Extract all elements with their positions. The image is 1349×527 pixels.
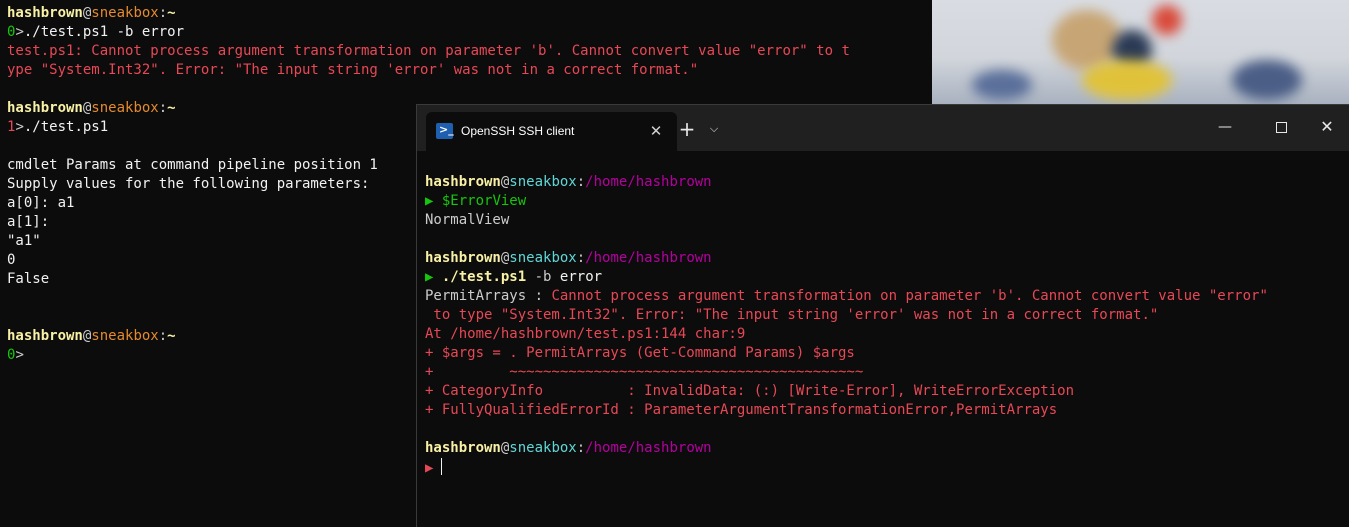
command-line[interactable]: ▶ <box>425 458 1340 478</box>
command-text: $ErrorView <box>441 193 527 209</box>
error-line: test.ps1: Cannot process argument transf… <box>7 43 850 59</box>
maximize-button[interactable] <box>1269 115 1293 139</box>
prompt-line: hashbrown@sneakbox:/home/hashbrown <box>425 440 712 456</box>
trace-line: + $args = . PermitArrays (Get-Command Pa… <box>425 345 855 361</box>
output-line: NormalView <box>425 212 510 228</box>
command-line: 0>./test.ps1 -b error <box>7 24 185 40</box>
command-text: ./test.ps1 <box>23 119 109 135</box>
terminal-content[interactable]: hashbrown@sneakbox:/home/hashbrown ▶ $Err… <box>425 173 1340 478</box>
trace-line: + CategoryInfo : InvalidData: (:) [Write… <box>425 383 1075 399</box>
command-line: ▶ ./test.ps1 -b error <box>425 268 1340 287</box>
command-text: ./test.ps1 -b error <box>23 24 185 40</box>
error-line: to type "System.Int32". Error: "The inpu… <box>425 307 1159 323</box>
text-cursor <box>441 458 443 475</box>
prompt-arrow-icon: ▶ <box>425 193 434 209</box>
trace-line: At /home/hashbrown/test.ps1:144 char:9 <box>425 326 746 342</box>
command-line: ▶ $ErrorView <box>425 192 1340 211</box>
title-bar[interactable]: >_ OpenSSH SSH client ✕ + ⌵ — ✕ <box>417 105 1349 151</box>
prompt-arrow-icon: ▶ <box>425 269 434 285</box>
prompt-line: hashbrown@sneakbox:~ <box>7 5 176 21</box>
command-text: ./test.ps1 <box>441 269 527 285</box>
error-line: ype "System.Int32". Error: "The input st… <box>7 62 699 78</box>
prompt-line: hashbrown@sneakbox:/home/hashbrown <box>425 174 712 190</box>
maximize-icon <box>1276 122 1287 133</box>
terminal-window[interactable]: >_ OpenSSH SSH client ✕ + ⌵ — ✕ hashbrow… <box>416 104 1349 527</box>
desktop-wallpaper <box>932 0 1349 104</box>
powershell-icon: >_ <box>436 123 454 139</box>
trace-line: + ~~~~~~~~~~~~~~~~~~~~~~~~~~~~~~~~~~~~~~… <box>425 364 864 380</box>
tab-title: OpenSSH SSH client <box>461 124 575 138</box>
trace-line: + FullyQualifiedErrorId : ParameterArgum… <box>425 402 1058 418</box>
chevron-down-icon[interactable]: ⌵ <box>704 119 724 139</box>
close-icon[interactable]: ✕ <box>644 119 668 143</box>
tab-openssh[interactable]: >_ OpenSSH SSH client ✕ <box>426 112 677 151</box>
close-window-button[interactable]: ✕ <box>1315 115 1339 139</box>
command-arg: error <box>559 269 603 285</box>
prompt-arrow-icon: ▶ <box>425 460 434 476</box>
new-tab-button[interactable]: + <box>675 117 699 141</box>
command-param: -b <box>534 269 552 285</box>
error-line: PermitArrays : Cannot process argument t… <box>425 288 1268 304</box>
prompt-line: hashbrown@sneakbox:/home/hashbrown <box>425 250 712 266</box>
minimize-button[interactable]: — <box>1213 115 1237 139</box>
